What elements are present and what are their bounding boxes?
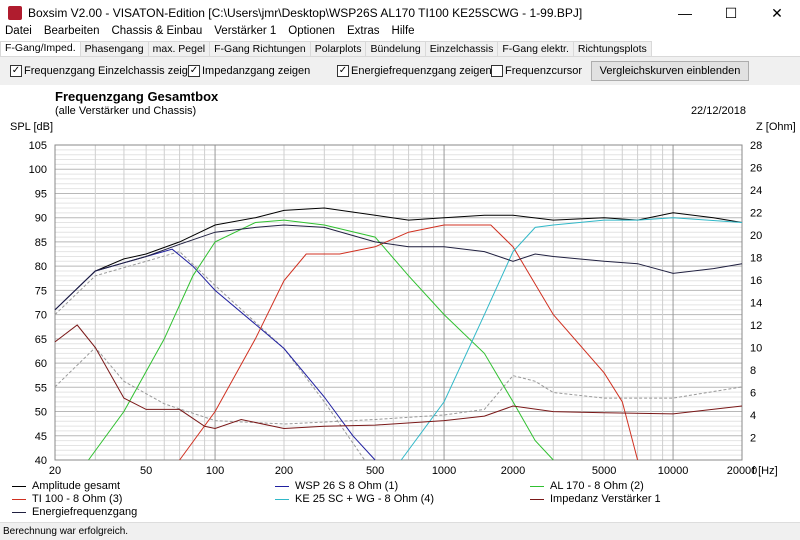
- x-tick-label: 50: [140, 465, 152, 477]
- compare-curves-button[interactable]: Vergleichskurven einblenden: [591, 61, 749, 81]
- app-icon: [8, 6, 22, 20]
- tab-fgang-imped[interactable]: F-Gang/Imped.: [0, 41, 81, 56]
- y-tick-label: 85: [35, 237, 47, 249]
- y2-tick-label: 10: [750, 343, 762, 355]
- close-button[interactable]: ✕: [754, 0, 800, 26]
- window-title: Boxsim V2.00 - VISATON-Edition [C:\Users…: [28, 6, 583, 20]
- chart-date: 22/12/2018: [691, 105, 746, 117]
- checkbox-einzelchassis[interactable]: ✓ Frequenzgang Einzelchassis zeigen: [10, 65, 200, 77]
- y2-tick-label: 16: [750, 275, 762, 287]
- chart-subtitle: (alle Verstärker und Chassis): [55, 105, 196, 117]
- plot-frame: [54, 144, 743, 461]
- y-tick-label: 80: [35, 261, 47, 273]
- series-line-amplitude-gesamt: [54, 207, 743, 311]
- y-tick-label: 50: [35, 407, 47, 419]
- x-tick-label: 20000: [727, 465, 758, 477]
- menu-hilfe[interactable]: Hilfe: [392, 25, 415, 41]
- y2-tick-label: 4: [750, 410, 756, 422]
- y-tick-label: 95: [35, 188, 47, 200]
- y-tick-label: 100: [29, 164, 47, 176]
- checkbox-impedanz[interactable]: ✓ Impedanzgang zeigen: [188, 65, 310, 77]
- tab-fgang-richtungen[interactable]: F-Gang Richtungen: [209, 41, 311, 56]
- checkbox-icon[interactable]: ✓: [10, 65, 22, 77]
- y2-tick-label: 12: [750, 320, 762, 332]
- menu-bearbeiten[interactable]: Bearbeiten: [44, 25, 100, 41]
- tab-richtungsplots[interactable]: Richtungsplots: [572, 41, 652, 56]
- y2-tick-label: 14: [750, 298, 762, 310]
- chart-title: Frequenzgang Gesamtbox: [55, 89, 219, 104]
- checkbox-frequenzcursor[interactable]: Frequenzcursor: [491, 65, 582, 77]
- legend-item: Energiefrequenzgang: [12, 506, 137, 518]
- y-axis-label: SPL [dB]: [10, 121, 53, 133]
- legend-item: Impedanz Verstärker 1: [530, 493, 661, 505]
- y-tick-label: 45: [35, 431, 47, 443]
- x-tick-label: 200: [275, 465, 293, 477]
- menu-verstaerker[interactable]: Verstärker 1: [214, 25, 276, 41]
- tab-max-pegel[interactable]: max. Pegel: [147, 41, 211, 56]
- y2-tick-label: 26: [750, 163, 762, 175]
- options-row: ✓ Frequenzgang Einzelchassis zeigen ✓ Impe…: [0, 57, 800, 85]
- menu-optionen[interactable]: Optionen: [288, 25, 335, 41]
- series-line-impedanz-verst-rker-1: [54, 324, 743, 430]
- x-tick-label: 20: [49, 465, 61, 477]
- frequency-response-chart: Frequenzgang Gesamtbox (alle Verstärker …: [10, 89, 796, 477]
- tab-einzelchassis[interactable]: Einzelchassis: [424, 41, 499, 56]
- y2-tick-label: 20: [750, 230, 762, 242]
- y-tick-label: 75: [35, 285, 47, 297]
- y2-tick-label: 6: [750, 388, 756, 400]
- x-tick-label: 100: [206, 465, 224, 477]
- dashed-reference-curve: [54, 251, 366, 461]
- maximize-button[interactable]: ☐: [708, 0, 754, 26]
- chart-legend: Amplitude gesamt TI 100 - 8 Ohm (3) Ener…: [0, 480, 800, 522]
- status-bar: Berechnung war erfolgreich.: [0, 522, 800, 540]
- legend-item: AL 170 - 8 Ohm (2): [530, 480, 644, 492]
- legend-item: Amplitude gesamt: [12, 480, 120, 492]
- title-bar: Boxsim V2.00 - VISATON-Edition [C:\Users…: [0, 0, 800, 26]
- tab-buendelung[interactable]: Bündelung: [365, 41, 426, 56]
- checkbox-icon[interactable]: ✓: [188, 65, 200, 77]
- y2-tick-label: 18: [750, 253, 762, 265]
- legend-item: KE 25 SC + WG - 8 Ohm (4): [275, 493, 434, 505]
- y2-tick-label: 28: [750, 140, 762, 152]
- y-tick-label: 105: [29, 140, 47, 152]
- menu-extras[interactable]: Extras: [347, 25, 380, 41]
- checkbox-icon[interactable]: [491, 65, 503, 77]
- x-tick-label: 1000: [432, 465, 456, 477]
- checkbox-icon[interactable]: ✓: [337, 65, 349, 77]
- y2-tick-label: 24: [750, 185, 762, 197]
- x-tick-label: 2000: [501, 465, 525, 477]
- x-tick-label: 500: [366, 465, 384, 477]
- y-tick-label: 60: [35, 358, 47, 370]
- tab-fgang-elektr[interactable]: F-Gang elektr.: [497, 41, 574, 56]
- menu-datei[interactable]: Datei: [5, 25, 32, 41]
- tab-phasengang[interactable]: Phasengang: [79, 41, 149, 56]
- y2-tick-label: 2: [750, 433, 756, 445]
- y-tick-label: 65: [35, 334, 47, 346]
- y2-tick-label: 8: [750, 365, 756, 377]
- dashed-reference-curve: [54, 346, 743, 425]
- y-tick-label: 70: [35, 310, 47, 322]
- tab-polarplots[interactable]: Polarplots: [309, 41, 367, 56]
- menu-bar: Datei Bearbeiten Chassis & Einbau Verstä…: [0, 25, 800, 41]
- x-tick-label: 5000: [592, 465, 616, 477]
- legend-item: TI 100 - 8 Ohm (3): [12, 493, 122, 505]
- legend-item: WSP 26 S 8 Ohm (1): [275, 480, 398, 492]
- y-tick-label: 55: [35, 382, 47, 394]
- minimize-button[interactable]: —: [662, 0, 708, 26]
- y-tick-label: 40: [35, 455, 47, 467]
- y2-axis-label: Z [Ohm]: [756, 121, 796, 133]
- tab-bar: F-Gang/Imped. Phasengang max. Pegel F-Ga…: [0, 41, 800, 57]
- y2-tick-label: 22: [750, 208, 762, 220]
- y-tick-label: 90: [35, 213, 47, 225]
- menu-chassis[interactable]: Chassis & Einbau: [111, 25, 202, 41]
- x-tick-label: 10000: [658, 465, 689, 477]
- checkbox-energie[interactable]: ✓ Energiefrequenzgang zeigen: [337, 65, 492, 77]
- series-line-energiefrequenzgang: [54, 224, 743, 311]
